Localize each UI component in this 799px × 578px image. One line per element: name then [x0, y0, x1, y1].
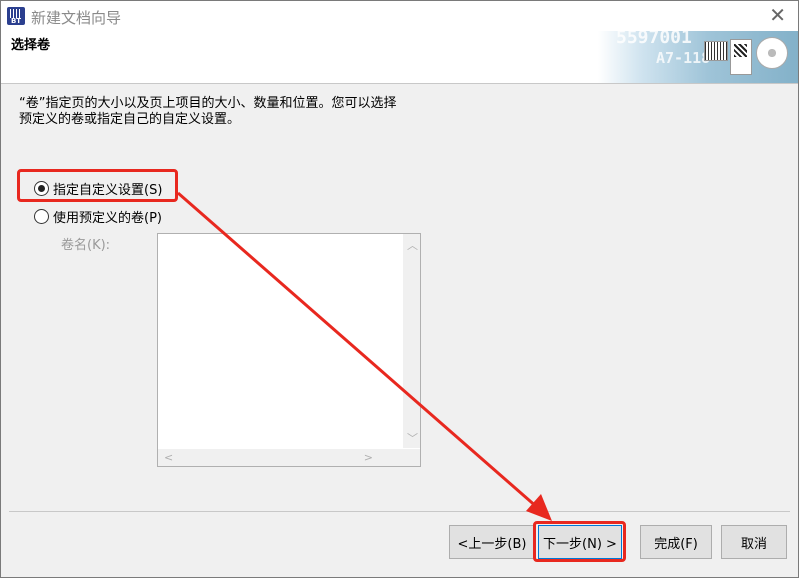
volume-name-label: 卷名(K): [61, 238, 111, 253]
vertical-scrollbar[interactable]: ︿ ﹀ [403, 234, 420, 448]
header-banner-image: 5597001 A7-118 [598, 31, 798, 83]
description-line-2: 预定义的卷或指定自己的自定义设置。 [19, 112, 241, 127]
banner-code: A7-118 [656, 49, 711, 67]
bartender-app-icon: BT [7, 7, 25, 25]
scroll-right-icon[interactable]: > [364, 452, 373, 463]
page-title: 选择卷 [11, 38, 51, 53]
description-text: “卷”指定页的大小以及页上项目的大小、数量和位置。您可以选择 预定义的卷或指定自… [19, 96, 396, 128]
scroll-up-icon[interactable]: ︿ [407, 240, 418, 251]
predefined-volume-label: 使用预定义的卷(P) [53, 211, 162, 226]
finish-button[interactable]: 完成(F) [640, 525, 712, 559]
horizontal-scrollbar[interactable]: < > [158, 449, 403, 466]
wizard-header: 选择卷 5597001 A7-118 [1, 31, 798, 84]
barcode-label-icon [704, 41, 728, 61]
qr-label-icon [730, 39, 752, 75]
volume-name-listbox[interactable]: ︿ ﹀ < > [157, 233, 421, 467]
footer-divider [9, 511, 790, 512]
disc-label-icon [756, 37, 788, 69]
wizard-window: BT 新建文档向导 ✕ 选择卷 5597001 A7-118 “卷”指定页的大小… [0, 0, 799, 578]
scrollbar-corner [403, 449, 420, 466]
title-bar: BT 新建文档向导 ✕ [1, 1, 798, 31]
annotation-highlight-custom-option [17, 169, 178, 202]
annotation-highlight-next-button [533, 521, 626, 562]
predefined-volume-radio[interactable]: 使用预定义的卷(P) [34, 207, 162, 226]
description-line-1: “卷”指定页的大小以及页上项目的大小、数量和位置。您可以选择 [19, 96, 397, 111]
cancel-button[interactable]: 取消 [721, 525, 787, 559]
window-title: 新建文档向导 [31, 9, 122, 27]
scroll-left-icon[interactable]: < [164, 452, 173, 463]
scroll-down-icon[interactable]: ﹀ [407, 433, 418, 444]
radio-unselected-icon[interactable] [34, 209, 49, 224]
banner-number: 5597001 [616, 31, 692, 48]
close-icon[interactable]: ✕ [769, 5, 786, 25]
prev-button[interactable]: <上一步(B) [449, 525, 535, 559]
